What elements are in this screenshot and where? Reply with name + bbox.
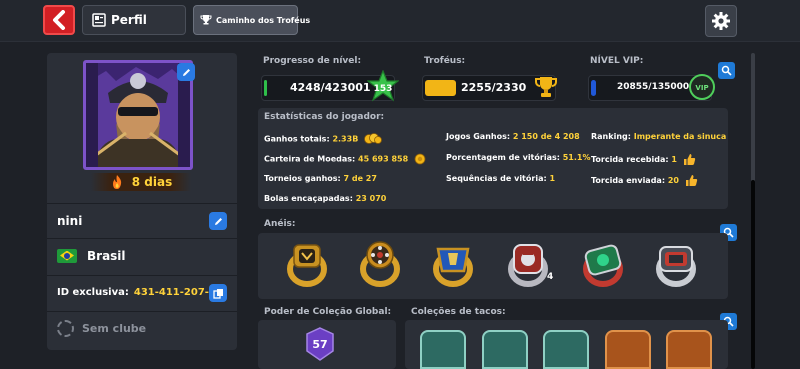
gear-icon: [712, 12, 730, 30]
stat-win-percentage: Porcentagem de vitórias: 51.1%: [446, 153, 591, 162]
stat-games-won: Jogos Ganhos: 2 150 de 4 208: [446, 132, 580, 141]
streak-badge: 8 dias: [91, 173, 191, 191]
tab-profile-label: Perfil: [111, 13, 147, 27]
ring-3-icon[interactable]: [428, 239, 478, 289]
top-bar: Perfil Caminho dos Troféus: [0, 0, 800, 42]
ring-5-icon[interactable]: [578, 239, 628, 289]
club-label: Sem clube: [82, 322, 147, 335]
vip-bar-fill: [591, 80, 596, 96]
edit-avatar-button[interactable]: [177, 63, 195, 81]
ring-6-icon[interactable]: [651, 239, 701, 289]
ring-4-count: 4: [547, 272, 554, 282]
streak-label: 8 dias: [131, 175, 173, 189]
club-row[interactable]: Sem clube: [47, 311, 237, 345]
stats-title: Estatísticas do jogador:: [264, 112, 385, 122]
pencil-icon: [214, 217, 222, 225]
id-value: 431-411-207-5: [133, 287, 216, 298]
stat-ranking: Ranking: Imperante da sinuca: [591, 132, 727, 141]
cue-collection-5[interactable]: [666, 330, 712, 369]
settings-button[interactable]: [705, 5, 737, 37]
vip-badge-icon: VIP: [689, 74, 715, 100]
edit-name-button[interactable]: [209, 212, 227, 230]
thumbs-up-icon: [683, 154, 695, 165]
level-label: Progresso de nível:: [263, 56, 362, 66]
player-name: nini: [57, 213, 83, 228]
coin-stack-icon: [364, 133, 382, 144]
vip-badge-text: VIP: [695, 84, 708, 92]
tab-profile[interactable]: Perfil: [82, 5, 186, 35]
avatar-portrait: [86, 63, 190, 167]
cue-collection-4[interactable]: [605, 330, 651, 369]
ring-2-icon[interactable]: [355, 239, 405, 289]
pencil-icon: [182, 68, 190, 76]
copy-icon: [212, 288, 223, 299]
id-row: ID exclusiva: 431-411-207-5: [47, 275, 237, 309]
gold-trophy-icon: [535, 77, 557, 97]
trophies-bar-fill: [425, 80, 456, 96]
trophies-label: Troféus:: [424, 56, 466, 66]
back-button[interactable]: [43, 5, 75, 35]
stat-cheers-received: Torcida recebida: 1: [591, 153, 696, 166]
ring-1-icon[interactable]: [282, 239, 332, 289]
id-label: ID exclusiva:: [57, 287, 129, 298]
copy-id-button[interactable]: [209, 284, 227, 302]
collection-power-value: 57: [312, 338, 327, 351]
level-badge-number: 153: [374, 84, 393, 94]
cue-collections-label: Coleções de tacos:: [411, 307, 506, 317]
name-row: nini: [47, 203, 237, 237]
search-icon: [721, 65, 732, 76]
flame-icon: [112, 175, 121, 189]
cue-collection-1[interactable]: [420, 330, 466, 369]
thumbs-up-icon: [685, 175, 697, 186]
tab-trophy-label: Caminho dos Troféus: [216, 15, 311, 25]
rings-title: Anéis:: [264, 219, 296, 229]
vip-value: 20855/135000: [617, 82, 690, 92]
collection-power-badge: 57: [306, 327, 334, 361]
profile-panel: 8 dias nini Brasil ID exclusiva: 431-411…: [47, 53, 237, 350]
profile-card-icon: [92, 13, 106, 27]
trophies-value: 2255/2330: [461, 81, 527, 94]
trophy-icon: [200, 15, 212, 25]
scrollbar-thumb[interactable]: [751, 180, 755, 369]
ring-4-icon[interactable]: [503, 239, 553, 289]
vip-label: NÍVEL VIP:: [590, 56, 644, 66]
coin-icon: [414, 153, 426, 165]
country-label: Brasil: [87, 248, 126, 263]
level-value: 4248/423001: [290, 81, 371, 94]
stat-coin-wallet: Carteira de Moedas: 45 693 858: [264, 153, 426, 165]
country-row: Brasil: [47, 238, 237, 272]
vip-info-button[interactable]: [718, 62, 735, 79]
stat-tournaments-won: Torneios ganhos: 7 de 27: [264, 174, 377, 183]
cue-collection-2[interactable]: [482, 330, 528, 369]
stat-total-earnings: Ganhos totais: 2.33B: [264, 132, 382, 146]
brazil-flag-icon: [57, 248, 77, 263]
level-star-badge: 153: [367, 70, 399, 102]
level-bar-fill: [264, 80, 267, 96]
cue-collection-3[interactable]: [543, 330, 589, 369]
stat-cheers-sent: Torcida enviada: 20: [591, 174, 698, 187]
collection-power-label: Poder de Coleção Global:: [264, 307, 392, 317]
stat-win-streak: Sequências de vitória: 1: [446, 174, 556, 183]
chevron-left-icon: [53, 10, 65, 30]
stat-balls-potted: Bolas encaçapadas: 23 070: [264, 194, 387, 203]
club-placeholder-icon: [57, 320, 74, 337]
tab-trophy-road[interactable]: Caminho dos Troféus: [193, 5, 310, 35]
